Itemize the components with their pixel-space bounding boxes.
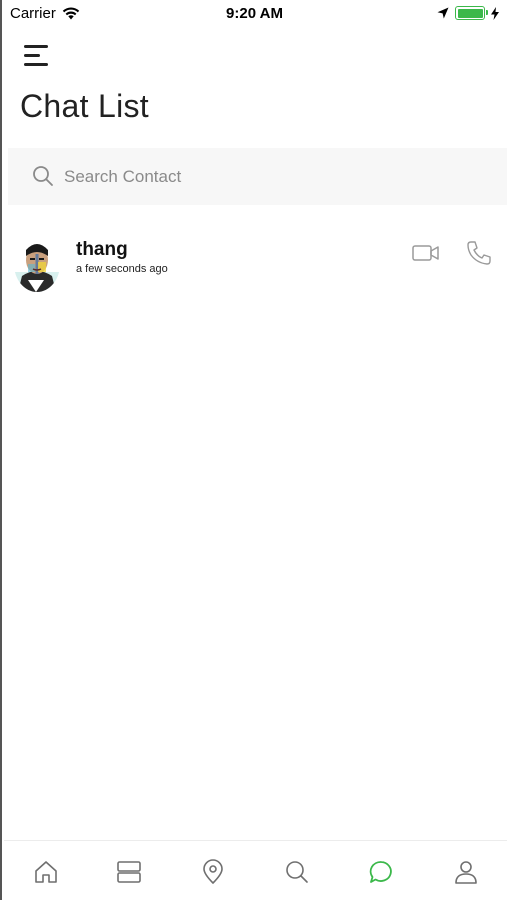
page-title: Chat List bbox=[20, 88, 149, 124]
menu-button[interactable] bbox=[24, 43, 52, 67]
menu-line-middle bbox=[24, 54, 40, 57]
phone-icon bbox=[467, 241, 491, 265]
chat-bubble-icon bbox=[369, 861, 392, 883]
avatar-image bbox=[14, 236, 60, 292]
last-seen-time: a few seconds ago bbox=[76, 263, 168, 275]
app-screen: Carrier 9:20 AM Chat List Search Contact… bbox=[0, 0, 507, 900]
tab-layers[interactable] bbox=[114, 857, 144, 887]
charging-bolt-icon bbox=[491, 6, 499, 20]
status-right bbox=[437, 6, 499, 20]
chat-list-item[interactable]: thang a few seconds ago bbox=[4, 228, 507, 300]
tab-search[interactable] bbox=[282, 857, 312, 887]
avatar[interactable] bbox=[14, 236, 60, 292]
contact-name: thang bbox=[76, 239, 128, 260]
bottom-tab-bar bbox=[4, 840, 507, 900]
phone-call-button[interactable] bbox=[466, 240, 492, 266]
battery-indicator bbox=[455, 6, 488, 20]
menu-line-bottom bbox=[24, 63, 48, 66]
profile-icon bbox=[455, 861, 477, 884]
search-input[interactable] bbox=[64, 162, 464, 192]
video-call-button[interactable] bbox=[412, 242, 440, 264]
battery-fill bbox=[457, 8, 483, 18]
tab-home[interactable] bbox=[31, 857, 61, 887]
status-time: 9:20 AM bbox=[226, 5, 283, 22]
location-arrow-icon bbox=[437, 7, 449, 19]
search-icon bbox=[33, 166, 53, 186]
search-bar[interactable] bbox=[8, 148, 507, 205]
layers-icon bbox=[117, 861, 141, 883]
video-camera-icon bbox=[412, 245, 439, 261]
menu-line-top bbox=[24, 45, 48, 48]
search-tab-icon bbox=[286, 861, 308, 883]
location-pin-icon bbox=[203, 859, 223, 884]
tab-chat[interactable] bbox=[366, 857, 396, 887]
home-icon bbox=[35, 861, 57, 883]
status-bar: Carrier 9:20 AM bbox=[2, 0, 507, 28]
tab-profile[interactable] bbox=[451, 857, 481, 887]
tab-location[interactable] bbox=[198, 857, 228, 887]
